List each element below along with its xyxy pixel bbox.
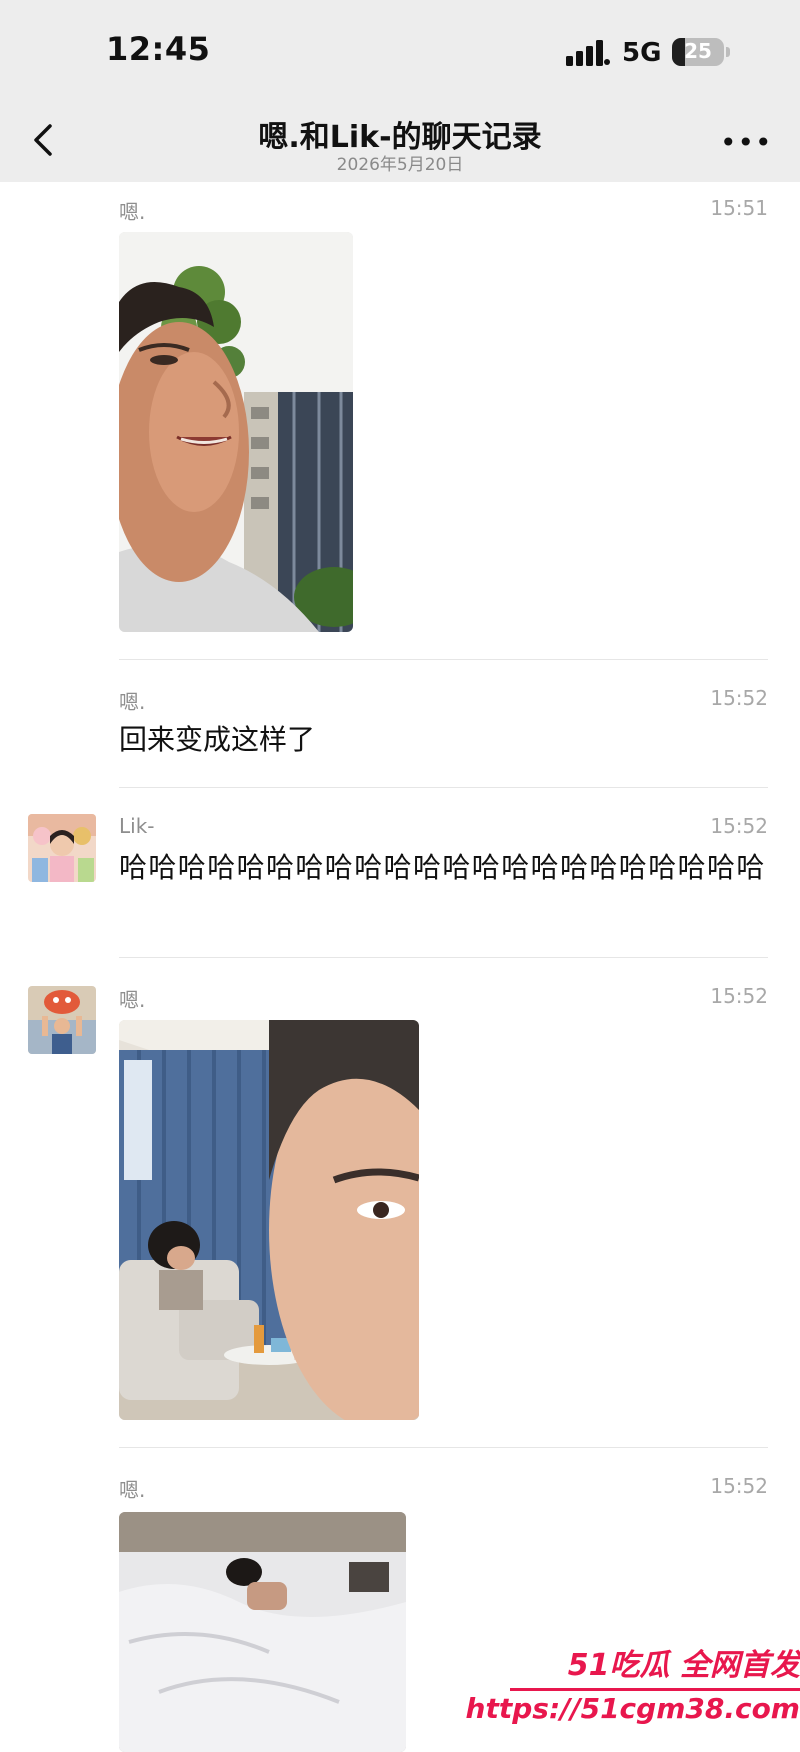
more-options-icon[interactable]: ••• xyxy=(720,126,772,159)
battery-icon: 25 xyxy=(672,38,724,66)
divider xyxy=(119,957,768,958)
battery-level: 25 xyxy=(684,39,712,63)
watermark-url: https://51cgm38.com xyxy=(465,1692,800,1725)
divider xyxy=(119,659,768,660)
sender-name: Lik- xyxy=(119,814,155,838)
message-time: 15:51 xyxy=(710,196,768,220)
sender-name: 嗯. xyxy=(119,1478,146,1502)
message-time: 15:52 xyxy=(710,1474,768,1498)
battery-cap xyxy=(726,47,730,57)
message-time: 15:52 xyxy=(710,686,768,710)
photo-message[interactable] xyxy=(119,1512,406,1752)
message-time: 15:52 xyxy=(710,984,768,1008)
message-text: 哈哈哈哈哈哈哈哈哈哈哈哈哈哈哈哈哈哈哈哈哈哈 xyxy=(119,851,766,884)
avatar-image xyxy=(28,986,96,1054)
watermark: 51吃瓜 全网首发 https://51cgm38.com xyxy=(466,1630,800,1736)
page-subtitle: 2026年5月20日 xyxy=(336,155,464,175)
chat-record: 嗯. 15:52 回来变成这样了 xyxy=(0,662,800,790)
sender-name: 嗯. xyxy=(119,200,146,224)
message-time: 15:52 xyxy=(710,814,768,838)
sender-name: 嗯. xyxy=(119,988,146,1012)
avatar-image xyxy=(28,814,96,882)
cellular-signal-icon xyxy=(566,40,610,66)
divider xyxy=(119,1447,768,1448)
room-selfie-photo xyxy=(119,1020,419,1420)
watermark-underline xyxy=(510,1688,800,1691)
network-type: 5G xyxy=(622,38,662,68)
avatar[interactable] xyxy=(28,814,96,882)
sender-name: 嗯. xyxy=(119,690,146,714)
divider xyxy=(119,787,768,788)
chat-record: 嗯. 15:51 xyxy=(0,182,800,662)
chat-record: Lik- 15:52 哈哈哈哈哈哈哈哈哈哈哈哈哈哈哈哈哈哈哈哈哈哈 xyxy=(0,790,800,960)
status-bar: 12:45 5G 25 xyxy=(0,0,800,98)
photo-message[interactable] xyxy=(119,232,353,632)
photo-message[interactable] xyxy=(119,1020,419,1420)
chat-record: 嗯. 15:52 xyxy=(0,960,800,1450)
message-text: 回来变成这样了 xyxy=(119,723,316,756)
bed-photo xyxy=(119,1512,406,1752)
watermark-brand: 51吃瓜 全网首发 xyxy=(567,1648,800,1683)
avatar[interactable] xyxy=(28,986,96,1054)
nav-bar: 嗯.和Lik-的聊天记录 2026年5月20日 ••• xyxy=(0,98,800,182)
status-time: 12:45 xyxy=(106,30,211,68)
selfie-photo xyxy=(119,232,353,632)
